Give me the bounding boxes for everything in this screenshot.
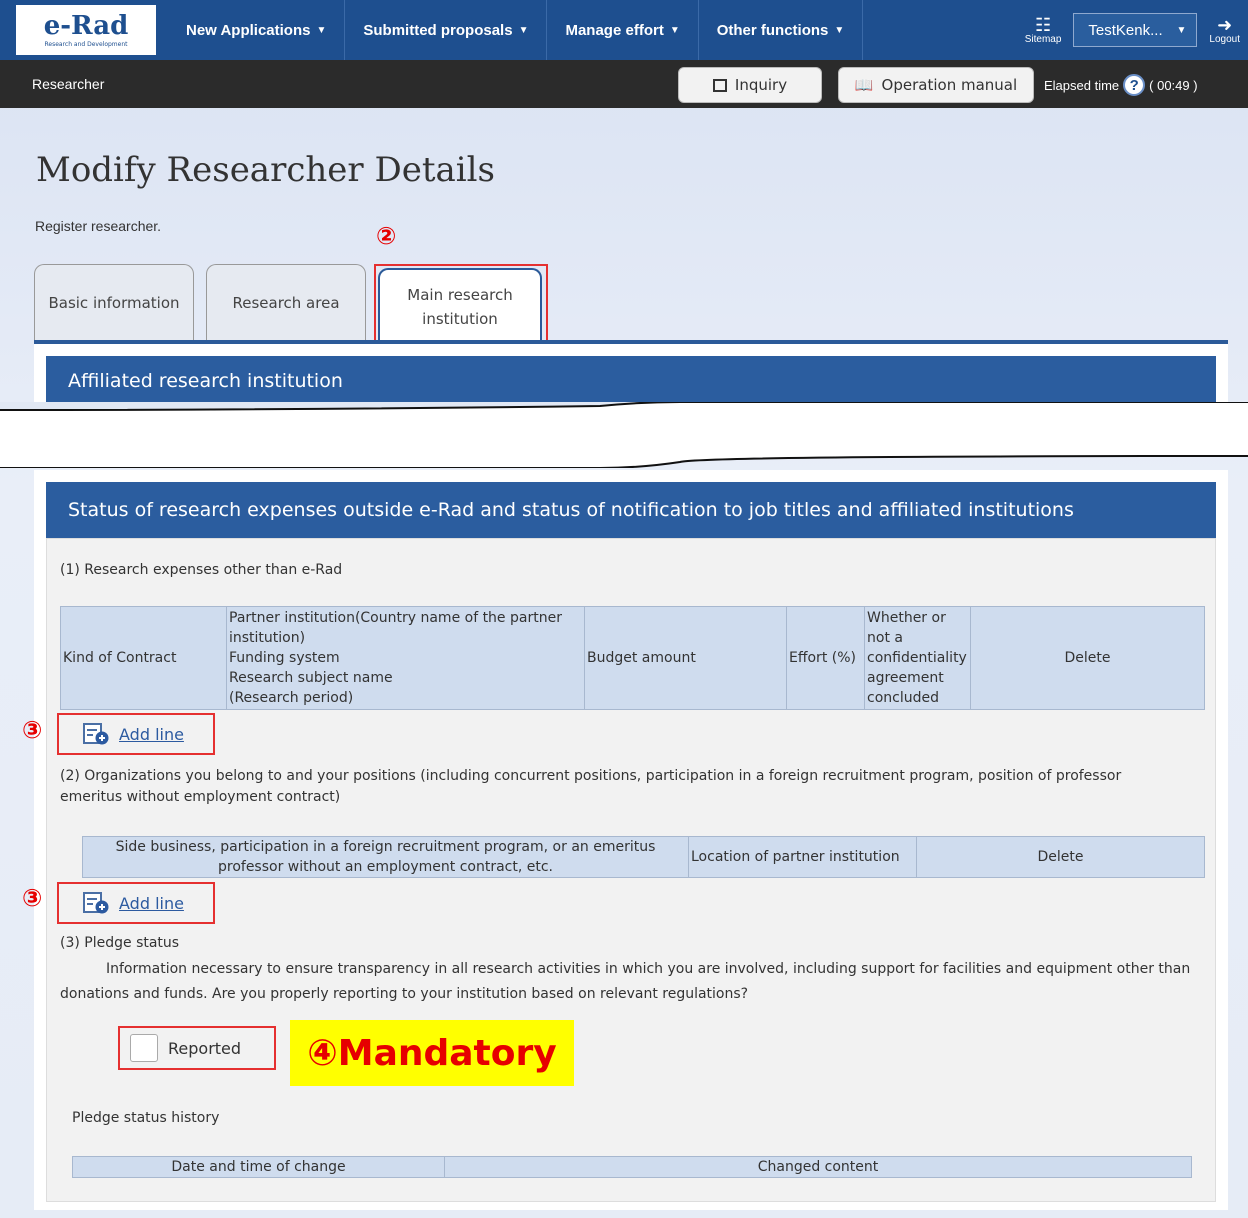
organizations-table: Side business, participation in a foreig… bbox=[82, 836, 1205, 878]
section-status-expenses: Status of research expenses outside e-Ra… bbox=[46, 482, 1216, 538]
pledge-heading: (3) Pledge status bbox=[60, 935, 180, 951]
erad-logo[interactable]: e-Rad Research and Development bbox=[16, 5, 156, 55]
chevron-down-icon: ▼ bbox=[669, 24, 680, 36]
logout-label: Logout bbox=[1209, 33, 1240, 45]
nav-label: New Applications bbox=[186, 21, 311, 39]
page-title: Modify Researcher Details bbox=[36, 150, 495, 190]
chevron-down-icon: ▼ bbox=[518, 24, 529, 36]
expenses-table: Kind of Contract Partner institution(Cou… bbox=[60, 606, 1205, 710]
pledge-history-label: Pledge status history bbox=[72, 1110, 220, 1126]
tab-label: Basic information bbox=[48, 294, 180, 312]
mandatory-annotation: ④Mandatory bbox=[290, 1020, 574, 1086]
history-header-row: Date and time of change Changed content bbox=[72, 1156, 1192, 1178]
reported-label: Reported bbox=[168, 1038, 242, 1058]
top-navigation: e-Rad Research and Development New Appli… bbox=[0, 0, 1248, 60]
sitemap-button[interactable]: ☷ Sitemap bbox=[1025, 16, 1062, 45]
chevron-down-icon: ▼ bbox=[316, 24, 327, 36]
elapsed-time: Elapsed time ? ( 00:49 ) bbox=[1044, 74, 1198, 96]
expenses-header-row: Kind of Contract Partner institution(Cou… bbox=[60, 606, 1205, 710]
tab-basic-information[interactable]: Basic information bbox=[34, 264, 194, 341]
help-icon[interactable]: ? bbox=[1123, 74, 1146, 96]
annotation-marker-3: ③ bbox=[22, 884, 43, 912]
operation-manual-label: Operation manual bbox=[881, 76, 1018, 94]
annotation-marker-3: ③ bbox=[22, 716, 43, 744]
page-break-graphic bbox=[0, 402, 1248, 468]
col-effort: Effort (%) bbox=[786, 606, 865, 710]
col-changed-content: Changed content bbox=[444, 1156, 1192, 1178]
elapsed-label: Elapsed time bbox=[1044, 77, 1120, 93]
user-select[interactable]: TestKenk... ▼ bbox=[1073, 13, 1198, 47]
nav-other-functions[interactable]: Other functions ▼ bbox=[699, 0, 864, 60]
logo-subtext: Research and Development bbox=[44, 40, 128, 48]
page-description: Register researcher. bbox=[35, 218, 162, 234]
col-partner-institution: Partner institution(Country name of the … bbox=[226, 606, 585, 710]
organizations-header-row: Side business, participation in a foreig… bbox=[82, 836, 1205, 878]
pledge-text: Information necessary to ensure transpar… bbox=[60, 961, 1191, 1002]
user-select-value: TestKenk... bbox=[1088, 21, 1163, 39]
section-affiliated-institution: Affiliated research institution bbox=[46, 356, 1216, 406]
col-delete: Delete bbox=[970, 606, 1205, 710]
book-icon: 📖 bbox=[854, 76, 874, 94]
col-confidentiality: Whether or not a confidentiality agreeme… bbox=[864, 606, 971, 710]
col-delete: Delete bbox=[916, 836, 1205, 878]
tab-research-area[interactable]: Research area bbox=[206, 264, 366, 341]
chevron-down-icon: ▼ bbox=[1176, 24, 1187, 36]
logout-icon: ➜ bbox=[1217, 14, 1233, 35]
annotation-marker-2: ② bbox=[376, 222, 397, 250]
add-line-button-expenses[interactable]: Add line bbox=[57, 713, 215, 755]
operation-manual-button[interactable]: 📖 Operation manual bbox=[838, 67, 1034, 103]
section-title: Affiliated research institution bbox=[68, 370, 343, 392]
nav-label: Manage effort bbox=[565, 21, 664, 39]
logout-button[interactable]: ➜ Logout bbox=[1209, 16, 1240, 45]
elapsed-value: ( 00:49 ) bbox=[1149, 77, 1198, 93]
nav-new-applications[interactable]: New Applications ▼ bbox=[168, 0, 346, 60]
tab-label: Research area bbox=[232, 294, 340, 312]
role-label: Researcher bbox=[32, 76, 105, 92]
col-kind-of-contract: Kind of Contract bbox=[60, 606, 227, 710]
section-title: Status of research expenses outside e-Ra… bbox=[68, 499, 1074, 521]
sitemap-label: Sitemap bbox=[1024, 33, 1062, 45]
add-row-icon bbox=[83, 723, 109, 745]
nav-manage-effort[interactable]: Manage effort ▼ bbox=[547, 0, 699, 60]
nav-submitted-proposals[interactable]: Submitted proposals ▼ bbox=[345, 0, 548, 60]
reported-checkbox[interactable] bbox=[130, 1034, 158, 1062]
pledge-history-table: Date and time of change Changed content bbox=[72, 1156, 1192, 1178]
organizations-heading: (2) Organizations you belong to and your… bbox=[60, 768, 1122, 805]
reported-checkbox-group[interactable]: Reported bbox=[118, 1026, 276, 1070]
add-row-icon bbox=[83, 892, 109, 914]
col-side-business: Side business, participation in a foreig… bbox=[82, 836, 689, 878]
nav-right-group: ☷ Sitemap TestKenk... ▼ ➜ Logout bbox=[1025, 0, 1248, 60]
expenses-heading: (1) Research expenses other than e-Rad bbox=[60, 562, 343, 578]
nav-label: Other functions bbox=[716, 21, 829, 39]
sub-bar: Researcher Inquiry 📖 Operation manual El… bbox=[0, 60, 1248, 108]
add-line-button-organizations[interactable]: Add line bbox=[57, 882, 215, 924]
nav-label: Submitted proposals bbox=[363, 21, 513, 39]
inquiry-button[interactable]: Inquiry bbox=[678, 67, 822, 103]
chevron-down-icon: ▼ bbox=[834, 24, 845, 36]
col-budget-amount: Budget amount bbox=[584, 606, 787, 710]
add-line-label: Add line bbox=[119, 893, 184, 913]
inquiry-icon bbox=[712, 78, 727, 92]
logo-text: e-Rad bbox=[43, 10, 129, 41]
inquiry-label: Inquiry bbox=[734, 76, 788, 94]
add-line-label: Add line bbox=[119, 724, 184, 744]
col-date-time: Date and time of change bbox=[72, 1156, 445, 1178]
sitemap-icon: ☷ bbox=[1034, 14, 1052, 35]
col-location: Location of partner institution bbox=[688, 836, 917, 878]
